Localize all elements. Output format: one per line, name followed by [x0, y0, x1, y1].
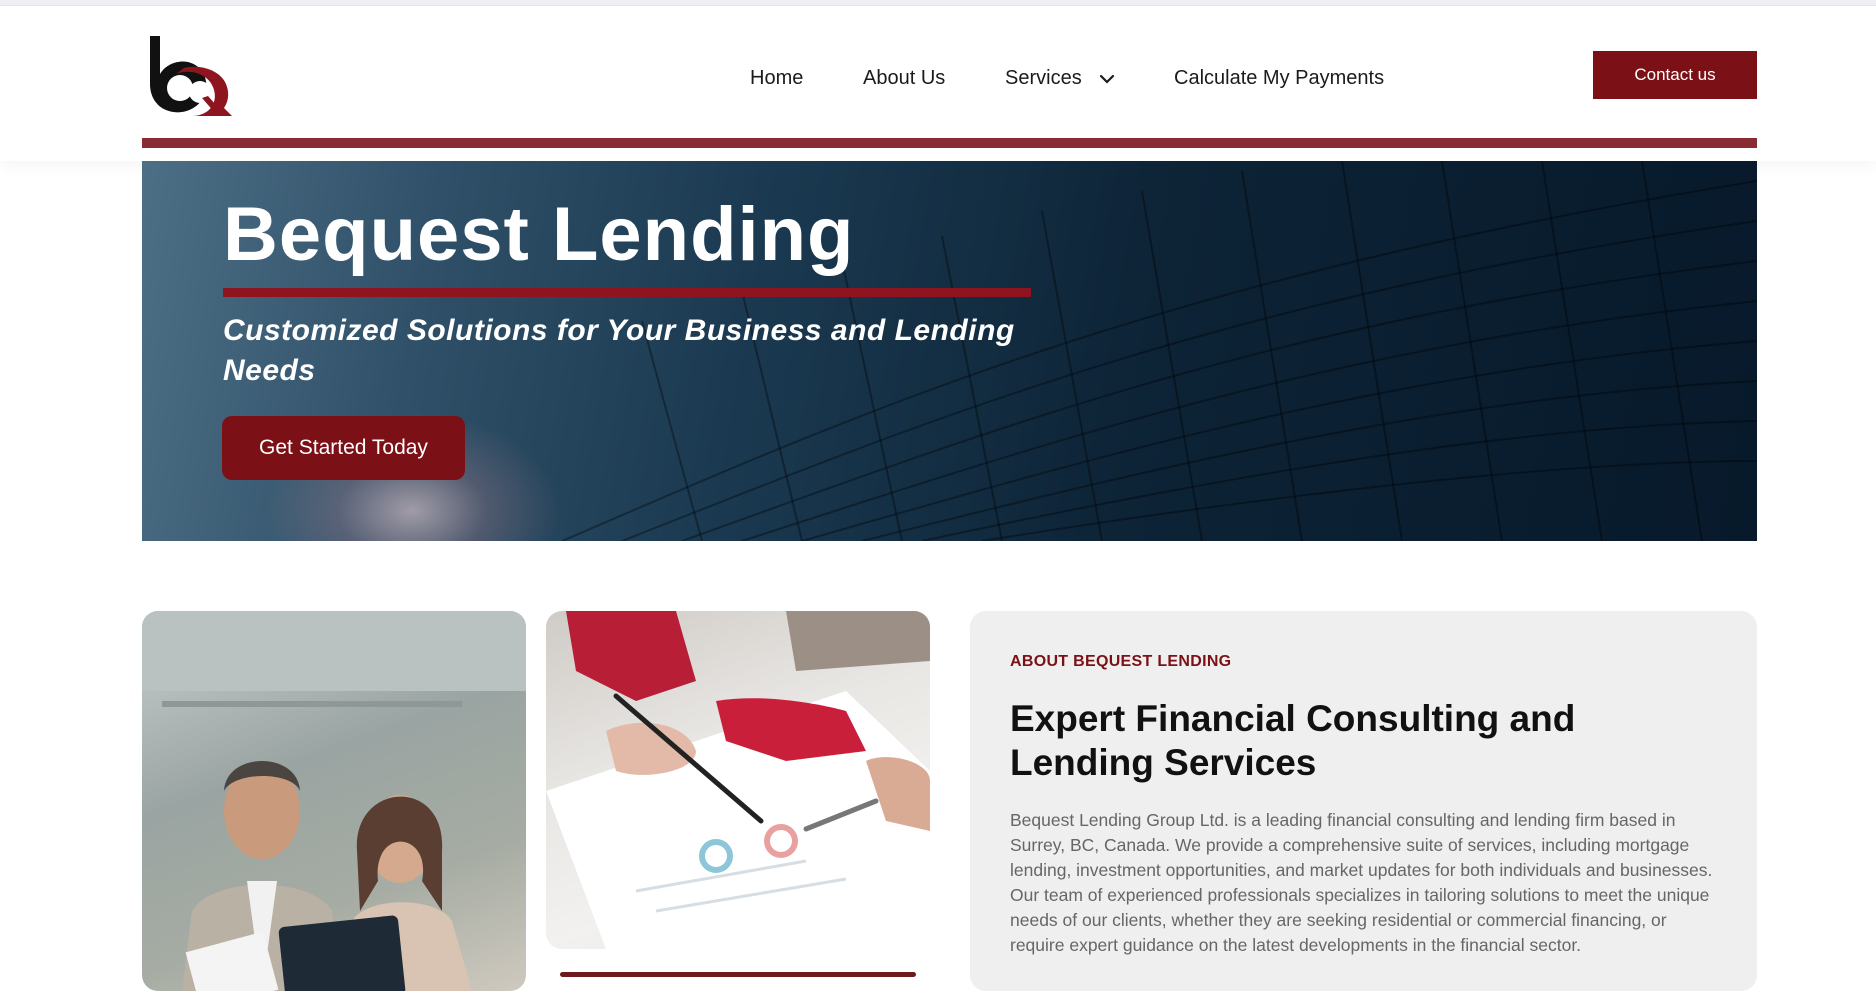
hero-title: Bequest Lending — [223, 192, 855, 277]
about-kicker: ABOUT BEQUEST LENDING — [1010, 653, 1232, 670]
get-started-button[interactable]: Get Started Today — [222, 416, 465, 480]
nav-services[interactable]: Services — [1005, 67, 1115, 90]
business-people-tablet-photo — [142, 611, 526, 991]
nav-about-us[interactable]: About Us — [863, 67, 945, 90]
business-people-illustration — [142, 611, 526, 991]
nav-about-label: About Us — [863, 67, 946, 89]
hero-title-underline — [223, 288, 1031, 297]
header-accent-bar — [142, 138, 1757, 148]
nav-home[interactable]: Home — [750, 67, 803, 90]
hero-subtitle: Customized Solutions for Your Business a… — [223, 314, 1015, 387]
chevron-down-icon — [1100, 74, 1115, 84]
card-accent-strip — [560, 972, 916, 977]
nav-calculate-payments[interactable]: Calculate My Payments — [1174, 67, 1384, 90]
contact-us-button[interactable]: Contact us — [1593, 51, 1757, 99]
nav-home-label: Home — [750, 67, 804, 89]
nav-services-label: Services — [1005, 67, 1082, 89]
nav-calculate-label: Calculate My Payments — [1174, 67, 1385, 89]
about-body: Bequest Lending Group Ltd. is a leading … — [1010, 810, 1713, 955]
about-title: Expert Financial Consulting and Lending … — [1010, 698, 1576, 783]
document-signing-illustration — [546, 611, 930, 949]
site-header: Home About Us Services Calculate My Paym… — [0, 6, 1876, 161]
about-card: ABOUT BEQUEST LENDING Expert Financial C… — [970, 611, 1757, 991]
bq-logo-icon[interactable] — [146, 34, 232, 118]
document-signing-photo — [546, 611, 930, 949]
hero-banner: Bequest Lending Customized Solutions for… — [142, 161, 1757, 541]
